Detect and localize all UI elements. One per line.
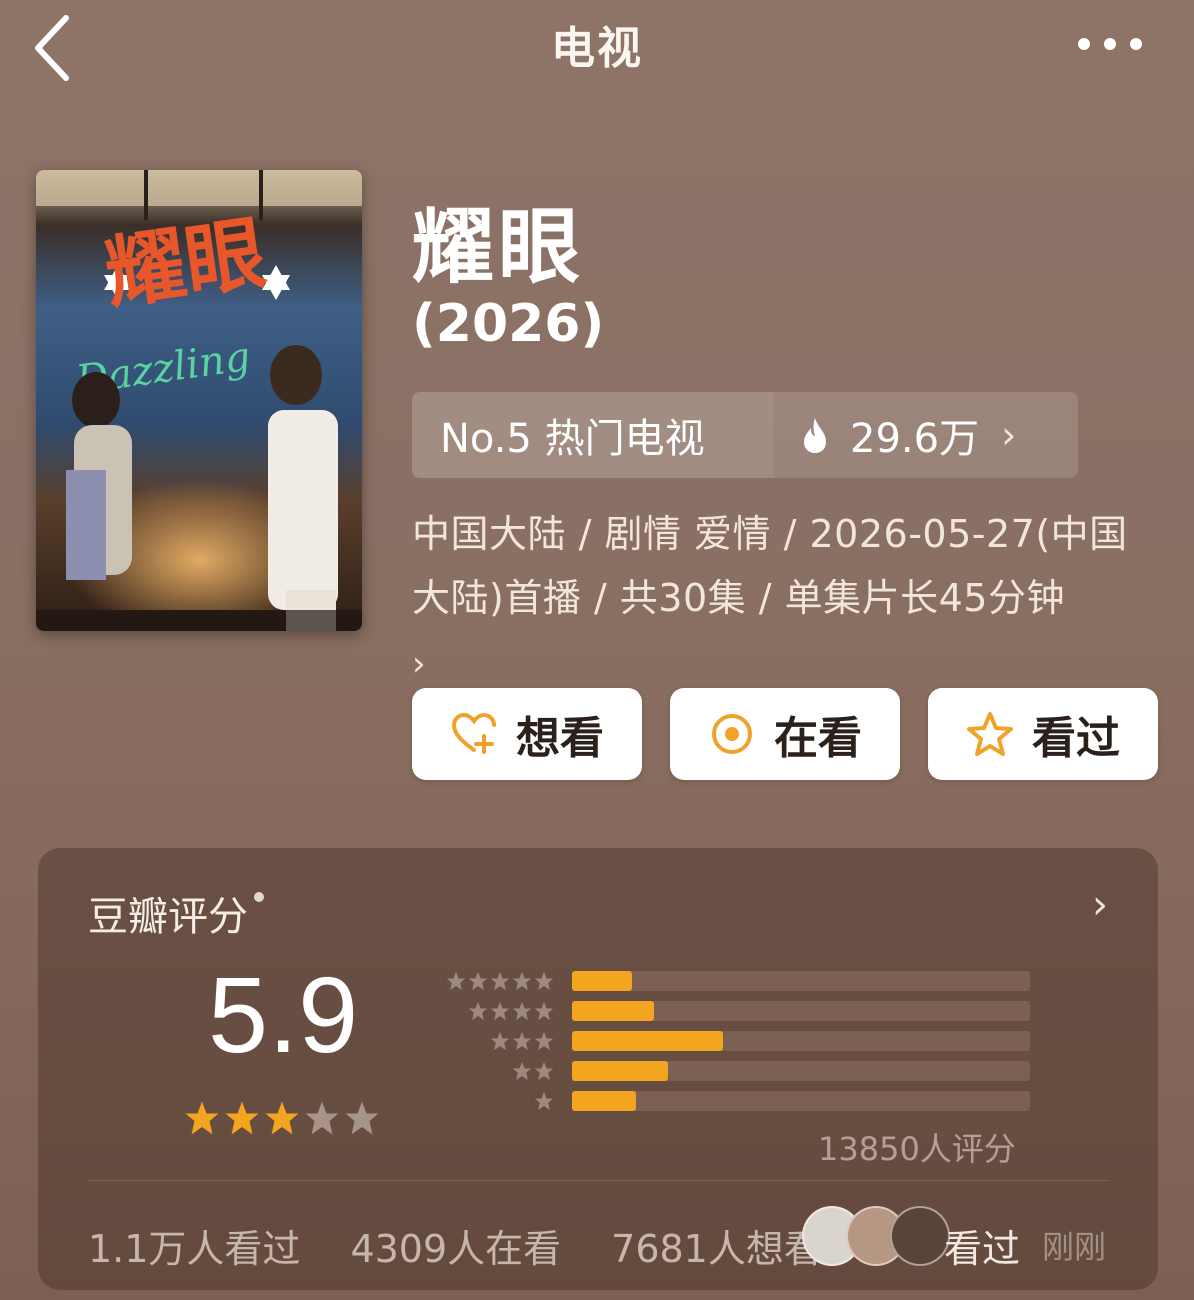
heat-value: 29.6万	[850, 416, 980, 462]
distribution-bar-track	[572, 1031, 1030, 1051]
distribution-bar-fill	[572, 971, 632, 991]
distribution-row-5-star	[418, 966, 1030, 996]
small-star-icon	[468, 971, 488, 991]
filled-star-icon	[225, 1101, 259, 1135]
divider	[88, 1180, 1108, 1181]
watching-button[interactable]: 在看	[670, 688, 900, 780]
info-dot-icon	[254, 892, 264, 902]
small-star-icon	[490, 1001, 510, 1021]
show-year: (2026)	[412, 294, 605, 354]
empty-star-icon	[345, 1101, 379, 1135]
distribution-bar-track	[572, 1061, 1030, 1081]
action-buttons: 想看 在看 看过	[412, 688, 1158, 780]
rating-title: 豆瓣评分	[88, 884, 264, 942]
target-icon	[712, 714, 752, 754]
small-star-icon	[512, 971, 532, 991]
star-outline-icon	[967, 712, 1013, 756]
recent-user-avatars[interactable]	[802, 1206, 950, 1266]
page-title: 电视	[551, 23, 643, 74]
recent-action-label: 看过	[944, 1227, 1021, 1271]
watching-label: 在看	[774, 713, 862, 764]
distribution-row-1-star	[418, 1086, 1030, 1116]
small-star-icon	[512, 1031, 532, 1051]
filled-star-icon	[265, 1101, 299, 1135]
rank-label: No.5 热门电视	[412, 392, 774, 478]
watched-count[interactable]: 1.1万人看过	[88, 1218, 300, 1273]
rating-distribution	[418, 966, 1030, 1116]
score-stars	[184, 1100, 380, 1136]
poster-image[interactable]: 耀眼 Dazzling	[36, 170, 362, 631]
distribution-star-label	[418, 1091, 554, 1111]
distribution-star-label	[418, 1061, 554, 1081]
want-label: 想看	[516, 713, 604, 764]
rating-score: 5.9	[208, 954, 359, 1075]
want-to-watch-button[interactable]: 想看	[412, 688, 642, 780]
distribution-row-2-star	[418, 1056, 1030, 1086]
more-options-icon[interactable]	[1078, 38, 1142, 50]
chevron-right-icon[interactable]: ›	[1092, 882, 1108, 928]
distribution-bar-track	[572, 1001, 1030, 1021]
distribution-bar-fill	[572, 1091, 637, 1111]
small-star-icon	[534, 1031, 554, 1051]
filled-star-icon	[185, 1101, 219, 1135]
distribution-star-label	[418, 1031, 554, 1051]
distribution-bar-fill	[572, 1001, 655, 1021]
distribution-row-4-star	[418, 996, 1030, 1026]
small-star-icon	[512, 1061, 532, 1081]
chevron-right-icon: ›	[1001, 413, 1017, 457]
show-meta[interactable]: 中国大陆 / 剧情 爱情 / 2026-05-27(中国大陆)首播 / 共30集…	[412, 502, 1162, 696]
distribution-row-3-star	[418, 1026, 1030, 1056]
small-star-icon	[490, 971, 510, 991]
distribution-bar-track	[572, 971, 1030, 991]
small-star-icon	[446, 971, 466, 991]
small-star-icon	[534, 1001, 554, 1021]
meta-more-chevron-icon[interactable]: ›	[412, 644, 426, 684]
distribution-bar-fill	[572, 1031, 724, 1051]
empty-star-icon	[305, 1101, 339, 1135]
rating-count: 13850人评分	[818, 1130, 1016, 1168]
distribution-bar-fill	[572, 1061, 669, 1081]
meta-text: 中国大陆 / 剧情 爱情 / 2026-05-27(中国大陆)首播 / 共30集…	[412, 512, 1128, 620]
small-star-icon	[512, 1001, 532, 1021]
distribution-star-label	[418, 971, 554, 991]
small-star-icon	[468, 1001, 488, 1021]
flame-icon	[804, 418, 826, 453]
small-star-icon	[534, 971, 554, 991]
recent-time: 刚刚	[1042, 1228, 1107, 1266]
small-star-icon	[490, 1031, 510, 1051]
small-star-icon	[534, 1091, 554, 1111]
want-count[interactable]: 7681人想看	[611, 1218, 822, 1273]
watched-button[interactable]: 看过	[928, 688, 1158, 780]
watching-count[interactable]: 4309人在看	[350, 1218, 561, 1273]
rating-card[interactable]: 豆瓣评分 › 5.9 13850人评分 1.1万人看过 4309人在看 7681…	[38, 848, 1158, 1290]
watch-stats: 1.1万人看过 4309人在看 7681人想看	[88, 1218, 872, 1273]
rank-pill[interactable]: No.5 热门电视 29.6万 ›	[412, 392, 1078, 478]
heat-section[interactable]: 29.6万 ›	[774, 392, 1078, 478]
distribution-star-label	[418, 1001, 554, 1021]
small-star-icon	[534, 1061, 554, 1081]
avatar	[890, 1206, 950, 1266]
show-title: 耀眼	[412, 200, 585, 295]
watched-label: 看过	[1032, 713, 1120, 764]
distribution-bar-track	[572, 1091, 1030, 1111]
heart-plus-icon	[451, 712, 496, 754]
